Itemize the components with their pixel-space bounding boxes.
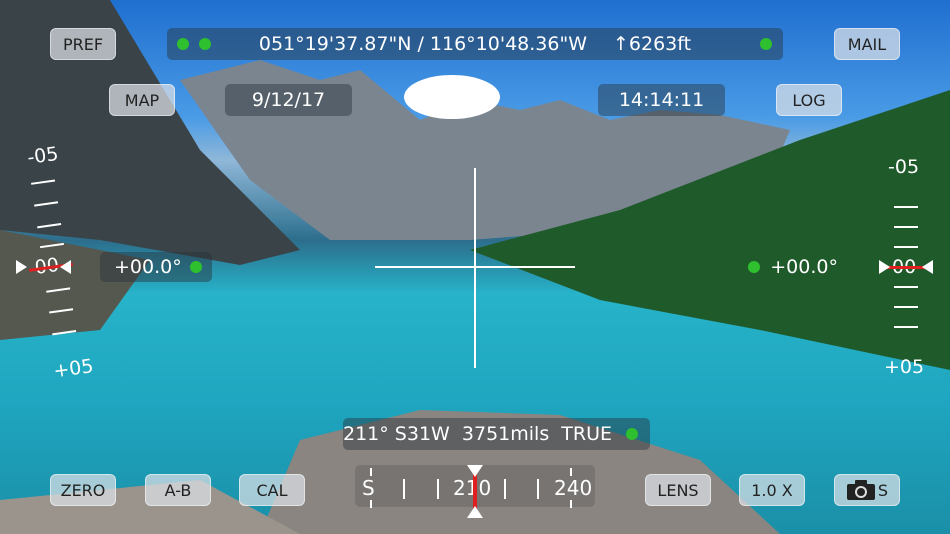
zoom-button[interactable]: 1.0 X <box>739 474 805 506</box>
scale-label-bottom: +05 <box>51 355 95 383</box>
status-dot <box>760 38 772 50</box>
scale-label-bottom: +05 <box>884 356 925 378</box>
pointer-right-icon <box>16 260 27 274</box>
crosshair-vertical <box>474 168 476 368</box>
camera-button[interactable]: S <box>834 474 900 506</box>
altitude: ↑6263ft <box>613 33 692 55</box>
pointer-left-icon <box>60 260 71 274</box>
status-dot <box>177 38 189 50</box>
crosshair-horizontal <box>375 266 575 268</box>
pointer-left-icon <box>922 260 933 274</box>
map-button[interactable]: MAP <box>109 84 175 116</box>
pointer-up-icon <box>467 506 483 518</box>
status-dot <box>190 261 202 273</box>
status-dot <box>748 261 760 273</box>
pointer-down-icon <box>467 465 483 477</box>
status-dot <box>626 428 638 440</box>
status-dot <box>199 38 211 50</box>
cal-button[interactable]: CAL <box>239 474 305 506</box>
time-display: 14:14:11 <box>598 84 725 116</box>
heading-readout: 211° S31W 3751mils TRUE <box>343 418 650 450</box>
camera-mode-label: S <box>877 480 889 500</box>
pref-button[interactable]: PREF <box>50 28 116 60</box>
scale-label-top: -05 <box>888 156 920 178</box>
date-display: 9/12/17 <box>225 84 352 116</box>
pointer-right-icon <box>879 260 890 274</box>
scale-label-top: -05 <box>26 142 60 169</box>
location-bar: 051°19'37.87"N / 116°10'48.36"W ↑6263ft <box>167 28 783 60</box>
zero-button[interactable]: ZERO <box>50 474 116 506</box>
compass-label: S <box>362 476 375 500</box>
compass-label: 240 <box>554 476 593 500</box>
log-button[interactable]: LOG <box>776 84 842 116</box>
ab-button[interactable]: A-B <box>145 474 211 506</box>
coordinates: 051°19'37.87"N / 116°10'48.36"W <box>258 33 587 55</box>
lens-button[interactable]: LENS <box>645 474 711 506</box>
mail-button[interactable]: MAIL <box>834 28 900 60</box>
camera-icon <box>846 480 875 500</box>
